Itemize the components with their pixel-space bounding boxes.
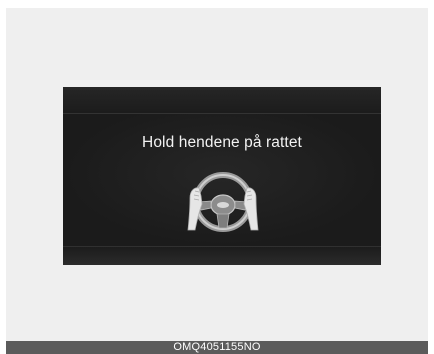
display-content: Hold hendene på rattet bbox=[63, 114, 381, 246]
display-bottom-strip bbox=[63, 246, 381, 265]
figure-code-caption: OMQ4051155NO bbox=[6, 341, 428, 354]
display-top-strip bbox=[63, 87, 381, 114]
steering-wheel-hands-icon bbox=[187, 172, 259, 232]
hands-on-wheel-message: Hold hendene på rattet bbox=[142, 134, 302, 151]
figure-frame: Hold hendene på rattet bbox=[6, 8, 428, 341]
cluster-display: Hold hendene på rattet bbox=[63, 87, 381, 265]
